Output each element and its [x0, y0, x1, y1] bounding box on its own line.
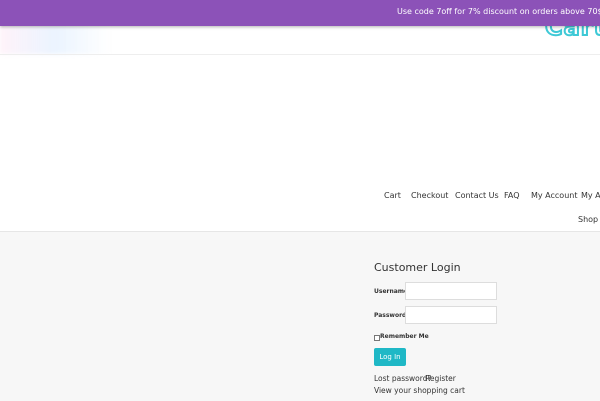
main-content: Customer Login Username Password Remembe… — [0, 231, 600, 401]
lost-password-link[interactable]: Lost password? — [374, 374, 431, 383]
nav-item-contact-us[interactable]: Contact Us — [455, 191, 499, 200]
login-button[interactable]: Log In — [374, 348, 406, 366]
promo-text: Use code 7off for 7% discount on orders … — [397, 7, 600, 16]
nav-item-cart[interactable]: Cart — [384, 191, 401, 200]
main-navigation: Cart Checkout Contact Us FAQ My Account … — [0, 188, 600, 228]
header-divider — [0, 54, 600, 55]
nav-item-my-account-2[interactable]: My Account — [581, 191, 600, 200]
header-banner-image — [0, 26, 110, 54]
register-link[interactable]: Register — [425, 374, 456, 383]
password-label: Password — [374, 312, 407, 319]
view-cart-link[interactable]: View your shopping cart — [374, 386, 465, 395]
remember-me-label: Remember Me — [380, 333, 429, 340]
nav-item-faq[interactable]: FAQ — [504, 191, 520, 200]
login-title: Customer Login — [374, 261, 461, 274]
username-input[interactable] — [405, 282, 497, 300]
promo-bar: Use code 7off for 7% discount on orders … — [0, 0, 600, 26]
nav-item-shop[interactable]: Shop — [578, 215, 598, 224]
password-input[interactable] — [405, 306, 497, 324]
nav-item-my-account[interactable]: My Account — [531, 191, 577, 200]
username-label: Username — [374, 288, 409, 295]
nav-item-checkout[interactable]: Checkout — [411, 191, 448, 200]
